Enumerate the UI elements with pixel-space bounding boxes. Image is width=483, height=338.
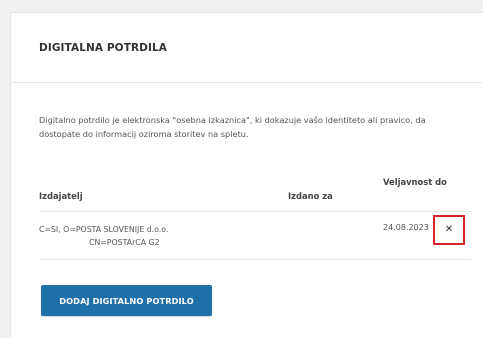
column-header-issuer: Izdajatelj (39, 191, 83, 201)
section-description: Digitalno potrdilo je elektronska "osebn… (39, 115, 426, 139)
table-row-validity: 24.08.2023 (383, 223, 429, 232)
issuer-line-2: CN=POSTArCA G2 (89, 238, 160, 247)
remove-certificate-button[interactable]: ✕ (433, 215, 465, 245)
column-header-issued-to: Izdano za (288, 191, 333, 201)
close-icon: ✕ (444, 224, 454, 235)
card-header: DIGITALNA POTRDILA (11, 13, 483, 83)
certificates-card: DIGITALNA POTRDILA Digitalno potrdilo je… (10, 12, 483, 338)
table-row-issuer: C=SI, O=POSTA SLOVENIJE d.o.o. CN=POSTAr… (39, 223, 168, 249)
table-divider-bottom (39, 259, 471, 260)
issuer-line-1: C=SI, O=POSTA SLOVENIJE d.o.o. (39, 225, 169, 234)
table-divider (39, 211, 471, 212)
page-background: DIGITALNA POTRDILA Digitalno potrdilo je… (0, 0, 483, 338)
add-certificate-button[interactable]: DODAJ DIGITALNO POTRDILO (41, 285, 212, 316)
section-title: DIGITALNA POTRDILA (39, 42, 167, 54)
column-header-validity: Veljavnost do (383, 177, 447, 187)
